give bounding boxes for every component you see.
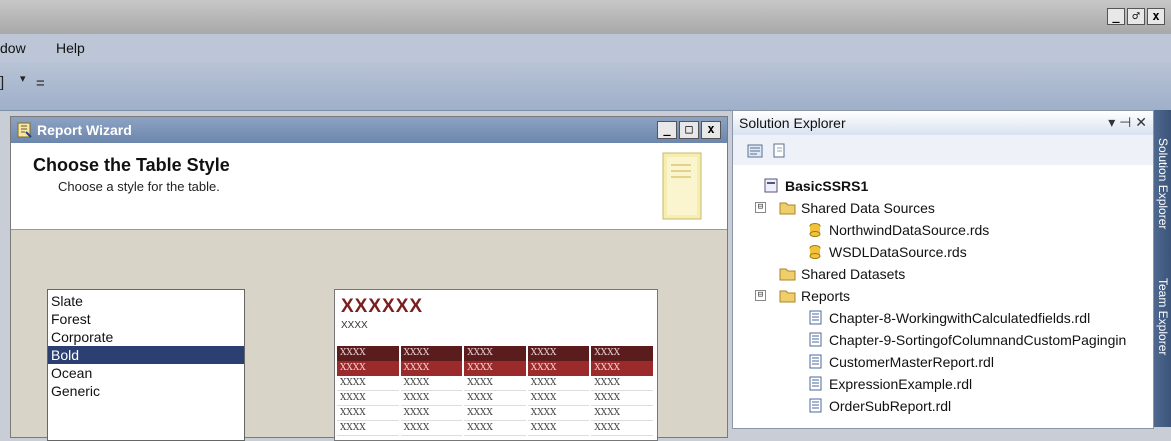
wizard-close-button[interactable]: x (701, 121, 721, 139)
menu-window[interactable]: dow (0, 40, 26, 56)
list-item-corporate[interactable]: Corporate (48, 328, 244, 346)
application-title-bar (0, 0, 1171, 34)
close-button[interactable]: x (1147, 8, 1165, 25)
panel-pin-close-buttons[interactable]: ▾ ⊣ ✕ (1108, 114, 1147, 131)
wizard-title: Report Wizard (37, 122, 132, 138)
tab-team-explorer[interactable]: Team Explorer (1155, 278, 1170, 355)
wizard-header: Choose the Table Style Choose a style fo… (11, 143, 727, 230)
preview-cell: XXXX (527, 346, 590, 361)
properties-icon[interactable] (747, 143, 763, 159)
preview-cell: XXXX (527, 391, 590, 406)
report-wizard-dialog: Report Wizard _ □ x Choose the Table Sty… (10, 116, 728, 441)
tab-solution-explorer[interactable]: Solution Explorer (1155, 138, 1170, 229)
list-item-ocean[interactable]: Ocean (48, 364, 244, 382)
preview-cell: XXXX (527, 406, 590, 421)
preview-cell: XXXX (337, 421, 399, 436)
report-wizard-icon (17, 122, 32, 138)
preview-cell: XXXX (337, 346, 399, 361)
solution-explorer-title-bar: Solution Explorer ▾ ⊣ ✕ (733, 111, 1153, 136)
panel-title: Solution Explorer (739, 115, 846, 131)
table-style-preview: XXXXXX XXXX XXXX XXXX XXXX XXXX XXXX XXXX XXXX… (334, 289, 658, 441)
report-file-icon (809, 354, 822, 369)
preview-cell: XXXX (591, 421, 653, 436)
list-item-slate[interactable]: Slate (48, 292, 244, 310)
preview-cell: XXXX (527, 421, 590, 436)
list-item-generic[interactable]: Generic (48, 382, 244, 400)
report-file-icon (809, 310, 822, 325)
preview-cell: XXXX (591, 391, 653, 406)
preview-cell: XXXX (591, 376, 653, 391)
preview-cell: XXXX (400, 391, 463, 406)
preview-cell: XXXX (464, 346, 526, 361)
datasource-icon (809, 223, 821, 237)
list-item-bold[interactable]: Bold (48, 346, 244, 364)
preview-cell: XXXX (527, 361, 590, 376)
side-tab-strip: Solution Explorer Team Explorer (1154, 110, 1171, 427)
preview-subtitle: XXXX (341, 320, 368, 331)
preview-data-row: XXXX XXXX XXXX XXXX XXXX (337, 391, 655, 406)
list-item-forest[interactable]: Forest (48, 310, 244, 328)
menu-bar: dow Help (0, 34, 1171, 62)
report-file-icon (809, 398, 822, 413)
table-style-list[interactable]: Slate Forest Corporate Bold Ocean Generi… (47, 289, 245, 441)
restore-button[interactable]: ♂ (1127, 8, 1145, 25)
preview-cell: XXXX (337, 361, 399, 376)
preview-cell: XXXX (337, 391, 399, 406)
wizard-minimize-button[interactable]: _ (657, 121, 677, 139)
preview-cell: XXXX (464, 376, 526, 391)
toolbar-overflow-icon[interactable]: = (36, 75, 45, 92)
folder-icon (779, 268, 796, 281)
preview-cell: XXXX (464, 361, 526, 376)
collapse-toggle[interactable]: ⊟ (755, 202, 766, 213)
preview-cell: XXXX (464, 406, 526, 421)
preview-data-row: XXXX XXXX XXXX XXXX XXXX (337, 421, 655, 436)
project-icon (764, 178, 778, 193)
toolbar-dropdown-icon[interactable]: ▾ (20, 72, 26, 85)
preview-cell: XXXX (591, 361, 653, 376)
preview-header-row: XXXX XXXX XXXX XXXX XXXX (337, 361, 655, 376)
collapse-toggle[interactable]: ⊟ (755, 290, 766, 301)
preview-data-row: XXXX XXXX XXXX XXXX XXXX (337, 376, 655, 391)
preview-cell: XXXX (400, 421, 463, 436)
folder-open-icon (779, 290, 796, 303)
toolbar-button[interactable]: ] (0, 74, 4, 91)
solution-explorer-panel: Solution Explorer ▾ ⊣ ✕ BasicSSRS1 ⊟ Sha… (732, 110, 1154, 429)
page-subtitle: Choose a style for the table. (58, 179, 220, 194)
preview-title: XXXXXX (341, 296, 424, 317)
preview-cell: XXXX (400, 406, 463, 421)
page-title: Choose the Table Style (33, 155, 230, 175)
preview-cell: XXXX (400, 346, 463, 361)
preview-cell: XXXX (527, 376, 590, 391)
report-file-icon (809, 376, 822, 391)
folder-open-icon (779, 202, 796, 215)
toolbar: ] ▾ = (0, 62, 1171, 111)
show-all-files-icon[interactable] (771, 143, 787, 159)
datasource-icon (809, 245, 821, 259)
wizard-window-controls: _ □ x (657, 121, 721, 139)
preview-cell: XXXX (400, 376, 463, 391)
preview-cell: XXXX (464, 391, 526, 406)
preview-cell: XXXX (464, 421, 526, 436)
preview-cell: XXXX (400, 361, 463, 376)
preview-header-row: XXXX XXXX XXXX XXXX XXXX (337, 346, 655, 361)
wizard-maximize-button[interactable]: □ (679, 121, 699, 139)
wizard-title-bar: Report Wizard _ □ x (11, 117, 727, 143)
report-file-icon (809, 332, 822, 347)
window-controls: _ ♂ x (1107, 8, 1165, 25)
preview-cell: XXXX (337, 376, 399, 391)
preview-cell: XXXX (337, 406, 399, 421)
preview-cell: XXXX (591, 346, 653, 361)
solution-explorer-toolbar (733, 135, 1153, 165)
minimize-button[interactable]: _ (1107, 8, 1125, 25)
document-icon (662, 152, 702, 220)
preview-data-row: XXXX XXXX XXXX XXXX XXXX (337, 406, 655, 421)
preview-cell: XXXX (591, 406, 653, 421)
menu-help[interactable]: Help (56, 40, 85, 56)
